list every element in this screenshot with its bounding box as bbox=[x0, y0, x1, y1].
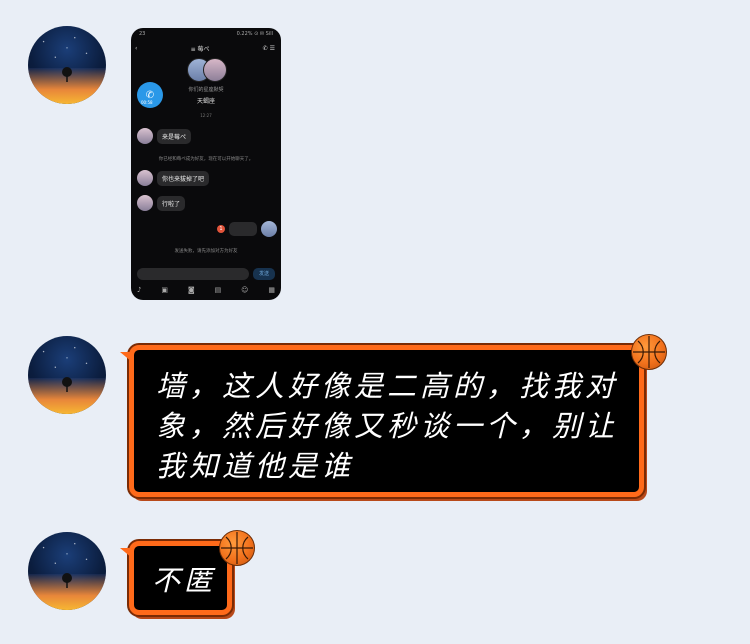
list-item: 行啦了 bbox=[137, 195, 186, 211]
status-left: 23 bbox=[139, 31, 146, 37]
couple-value: 天蝎座 bbox=[196, 98, 215, 105]
system-message: 发送失败，请先添加对方为好友 bbox=[174, 249, 238, 254]
tree-icon bbox=[62, 67, 72, 82]
list-item: 1 bbox=[217, 221, 277, 237]
system-message: 你已经和莓ぺ成为好友，现在可以开始聊天了。 bbox=[158, 157, 254, 162]
list-item: 来是莓ぺ bbox=[137, 128, 192, 144]
avatar[interactable] bbox=[28, 26, 106, 104]
unread-badge: 1 bbox=[217, 225, 225, 233]
message-text: 墙，这人好像是二高的，找我对象，然后好像又秒谈一个，别让我知道他是谁 bbox=[156, 369, 619, 483]
chat-bubble[interactable]: 墙，这人好像是二高的，找我对象，然后好像又秒谈一个，别让我知道他是谁 bbox=[120, 334, 667, 497]
folder-icon: ▤ bbox=[214, 286, 222, 294]
message-text: 不匿 bbox=[152, 564, 217, 597]
list-item: 你也来拔掉了吧 bbox=[137, 170, 210, 186]
back-icon: ‹ bbox=[135, 44, 138, 52]
chat-bubble: 你也来拔掉了吧 bbox=[157, 170, 210, 186]
chat-bubble: 行啦了 bbox=[157, 195, 186, 211]
avatar[interactable] bbox=[28, 532, 106, 610]
tree-icon bbox=[62, 377, 72, 392]
grid-icon: ▦ bbox=[268, 286, 275, 294]
camera-icon: ◙ bbox=[187, 286, 195, 294]
chat-bubble[interactable]: 不匿 bbox=[120, 530, 255, 615]
chat-bubble: 来是莓ぺ bbox=[157, 128, 192, 144]
basketball-icon bbox=[219, 530, 255, 566]
basketball-icon bbox=[631, 334, 667, 370]
avatar bbox=[137, 170, 153, 186]
avatar bbox=[261, 221, 277, 237]
timestamp: 12:27 bbox=[200, 113, 212, 118]
chat-bubble bbox=[229, 222, 257, 236]
emoji-icon: ☺ bbox=[241, 286, 249, 294]
mic-icon: ♪ bbox=[137, 286, 142, 294]
couple-label: 你们的星座默契 bbox=[188, 87, 224, 93]
tree-icon bbox=[62, 573, 72, 588]
phone-icon: ✆ ☰ bbox=[262, 44, 275, 52]
avatar[interactable] bbox=[28, 336, 106, 414]
toolbar: ♪ ▣ ◙ ▤ ☺ ▦ bbox=[137, 286, 275, 294]
avatar bbox=[137, 128, 153, 144]
chat-screenshot-image[interactable]: 23 0.22% ⊙ ✉ Sill ‹ ≡ 莓ぺ ✆ ☰ ✆ 00:58 你们的… bbox=[131, 28, 281, 300]
couple-avatars bbox=[187, 58, 227, 82]
image-icon: ▣ bbox=[161, 286, 168, 294]
message-input bbox=[137, 268, 249, 280]
chat-title: ≡ 莓ぺ bbox=[190, 45, 210, 53]
status-right: 0.22% ⊙ ✉ Sill bbox=[236, 31, 273, 37]
send-button: 发送 bbox=[253, 268, 275, 280]
avatar bbox=[137, 195, 153, 211]
